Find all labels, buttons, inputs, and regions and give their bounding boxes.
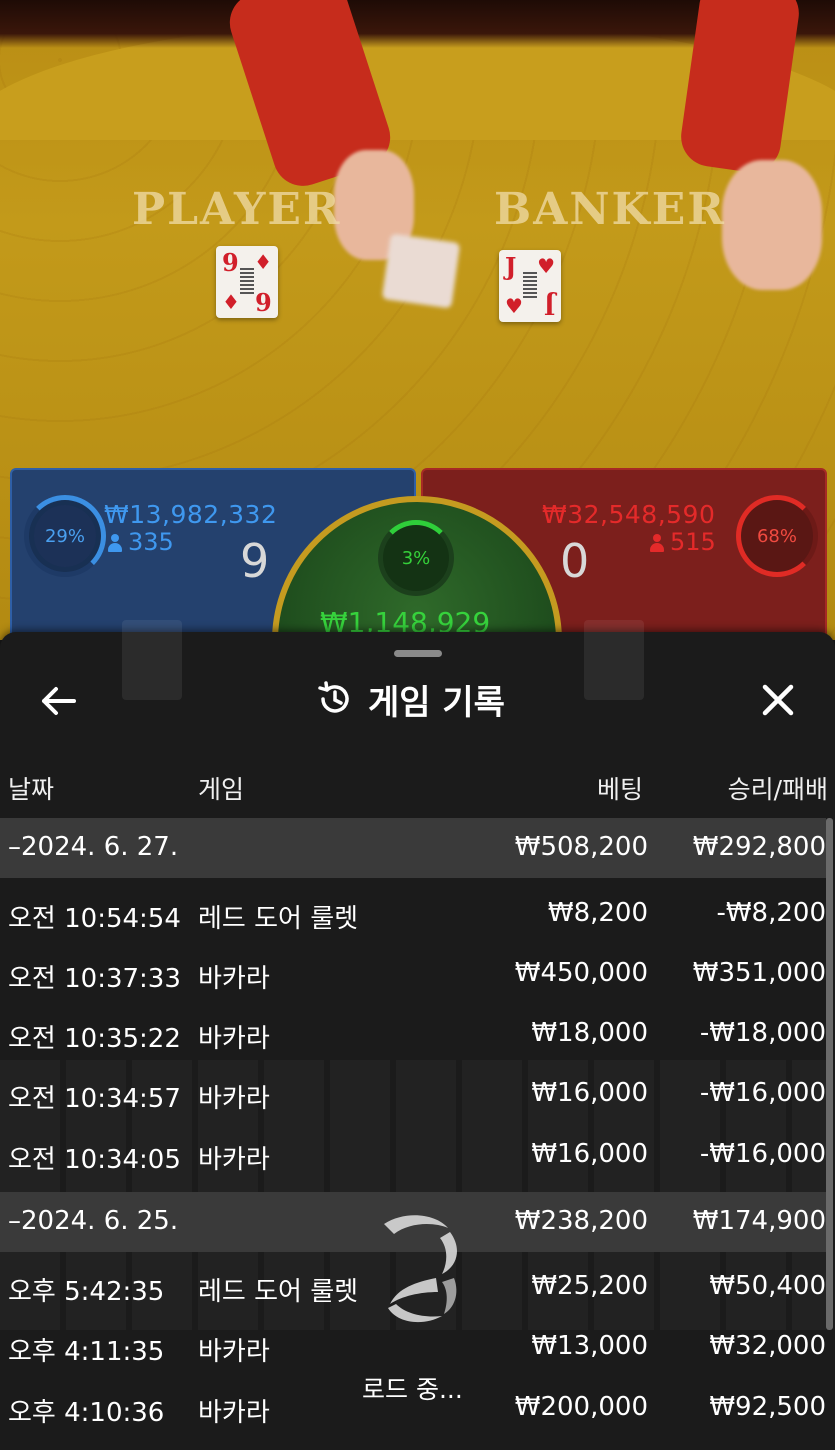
row-game: 레드 도어 룰렛: [198, 904, 359, 934]
row-result: ₩50,400: [709, 1271, 826, 1301]
row-time: 오전 10:54:54: [8, 904, 181, 934]
card-rank: 9: [222, 248, 239, 277]
row-result: ₩351,000: [692, 958, 826, 988]
group-total-bet: ₩238,200: [514, 1206, 648, 1236]
row-result: -₩8,200: [716, 898, 826, 928]
dealt-card-motion: [381, 233, 461, 309]
row-bet: ₩25,200: [531, 1271, 648, 1301]
banker-bettor-number: 515: [670, 528, 716, 556]
player-bet-amount: ₩13,982,332: [104, 500, 278, 529]
dealer-right-arm: [677, 0, 803, 177]
history-icon: [318, 681, 349, 713]
banker-percent-ring: 68%: [736, 495, 818, 577]
row-bet: ₩18,000: [531, 1018, 648, 1048]
row-time: 오후 5:42:35: [8, 1277, 165, 1307]
ghost-shape: [584, 620, 644, 700]
row-game: 바카라: [198, 1024, 270, 1054]
group-total-result: ₩174,900: [692, 1206, 826, 1236]
banker-percent: 68%: [756, 525, 797, 547]
banker-bet-amount: ₩32,548,590: [542, 500, 716, 529]
row-time: 오전 10:37:33: [8, 964, 181, 994]
back-button[interactable]: [36, 680, 82, 722]
ghost-shape: [122, 620, 182, 700]
loading-spinner-icon: [384, 1215, 457, 1323]
history-header: 게임 기록: [316, 674, 505, 724]
banker-card: J ♥ ♥ J: [499, 250, 561, 322]
banker-score: 0: [560, 534, 590, 588]
history-row[interactable]: 오전 10:34:57 바카라 ₩16,000 -₩16,000: [0, 1064, 826, 1124]
column-header-game: 게임: [198, 775, 245, 804]
history-title: 게임 기록: [368, 682, 505, 723]
history-row[interactable]: 오전 10:54:54 레드 도어 룰렛 ₩8,200 -₩8,200: [0, 884, 826, 944]
row-bet: ₩450,000: [514, 958, 648, 988]
tie-percent: 3%: [401, 547, 431, 569]
row-bet: ₩16,000: [531, 1139, 648, 1169]
player-score: 9: [240, 534, 270, 588]
row-result: -₩16,000: [699, 1139, 826, 1169]
row-time: 오후 4:11:35: [8, 1337, 165, 1367]
row-bet: ₩200,000: [514, 1392, 648, 1422]
row-time: 오후 4:10:36: [8, 1398, 165, 1428]
row-bet: ₩13,000: [531, 1331, 648, 1361]
history-row[interactable]: 오전 10:35:22 바카라 ₩18,000 -₩18,000: [0, 1004, 826, 1064]
player-bettor-number: 335: [128, 528, 174, 556]
card-pattern: [523, 272, 537, 298]
loading-text: 로드 중...: [362, 1375, 463, 1404]
player-percent: 29%: [44, 525, 85, 547]
dealer-right-hand: [722, 160, 822, 290]
card-pattern: [240, 268, 254, 294]
date-group-row[interactable]: –2024. 6. 27. ₩508,200 ₩292,800: [0, 818, 826, 878]
card-rank: J: [505, 252, 517, 281]
row-game: 바카라: [198, 1145, 270, 1175]
row-game: 바카라: [198, 1398, 270, 1428]
player-percent-ring: 29%: [24, 495, 106, 577]
arrow-left-icon: [42, 687, 76, 715]
column-header-bet: 베팅: [596, 775, 643, 804]
group-date: –2024. 6. 27.: [8, 832, 179, 862]
player-card: 9 ♦ ♦ 6: [216, 246, 278, 318]
banker-bettor-count: 515: [650, 528, 716, 556]
row-game: 바카라: [198, 1084, 270, 1114]
row-result: -₩18,000: [699, 1018, 826, 1048]
group-total-bet: ₩508,200: [514, 832, 648, 862]
row-result: ₩92,500: [709, 1392, 826, 1422]
player-table-label: PLAYER: [132, 184, 342, 235]
group-total-result: ₩292,800: [692, 832, 826, 862]
card-suit: ♦: [254, 250, 272, 274]
sheet-drag-handle[interactable]: [394, 650, 442, 657]
row-result: -₩16,000: [699, 1078, 826, 1108]
row-bet: ₩8,200: [547, 898, 648, 928]
player-bettor-count: 335: [108, 528, 174, 556]
row-game: 바카라: [198, 1337, 270, 1367]
tie-percent-ring: 3%: [378, 520, 454, 596]
card-rank: 6: [255, 287, 272, 316]
row-bet: ₩16,000: [531, 1078, 648, 1108]
person-icon: [108, 534, 122, 552]
card-suit: ♥: [537, 254, 555, 278]
banker-table-label: BANKER: [494, 184, 726, 235]
column-header-result: 승리/패배: [727, 775, 828, 804]
row-game: 레드 도어 룰렛: [198, 1277, 359, 1307]
card-suit: ♥: [505, 294, 523, 318]
history-scrollbar[interactable]: [826, 818, 833, 1330]
card-rank: J: [543, 291, 555, 320]
person-icon: [650, 534, 664, 552]
close-button[interactable]: [756, 678, 800, 722]
history-row[interactable]: 오전 10:37:33 바카라 ₩450,000 ₩351,000: [0, 944, 826, 1004]
row-result: ₩32,000: [709, 1331, 826, 1361]
row-time: 오전 10:35:22: [8, 1024, 181, 1054]
column-header-date: 날짜: [8, 775, 55, 804]
row-time: 오전 10:34:05: [8, 1145, 181, 1175]
row-time: 오전 10:34:57: [8, 1084, 181, 1114]
history-row[interactable]: 오전 10:34:05 바카라 ₩16,000 -₩16,000: [0, 1125, 826, 1185]
close-icon: [762, 684, 794, 716]
row-game: 바카라: [198, 964, 270, 994]
group-date: –2024. 6. 25.: [8, 1206, 179, 1236]
card-suit: ♦: [222, 290, 240, 314]
